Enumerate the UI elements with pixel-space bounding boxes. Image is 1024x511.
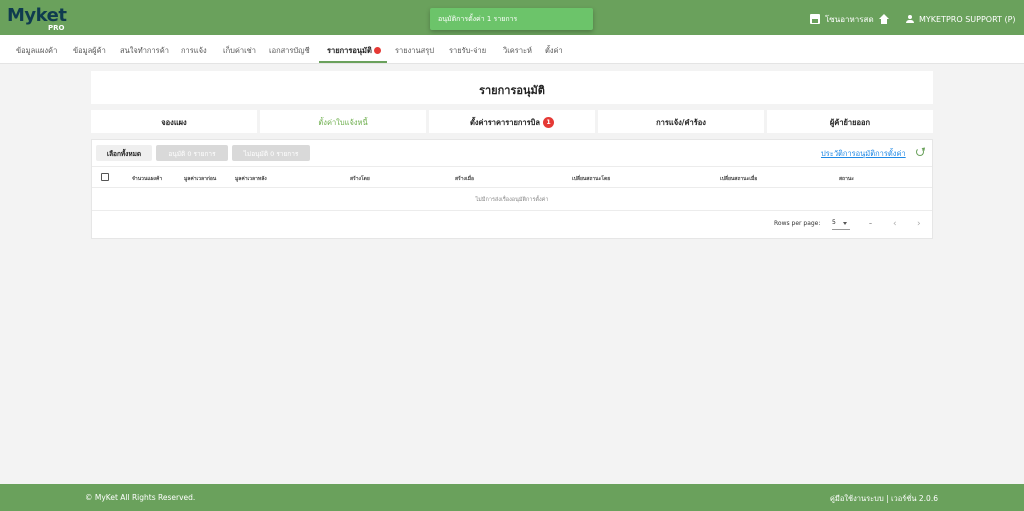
footer-manual-version[interactable]: คู่มือใช้งานระบบ | เวอร์ชั่น 2.0.6: [830, 493, 938, 505]
nav-item-rent[interactable]: เก็บค่าเช่า: [223, 45, 256, 57]
rows-per-page-label: Rows per page:: [774, 220, 821, 227]
tab-requests[interactable]: การแจ้ง/คำร้อง: [598, 110, 764, 133]
tab-vendor-moveout[interactable]: ผู้ค้าย้ายออก: [767, 110, 933, 133]
success-toast: อนุมัติการตั้งค่า 1 รายการ: [430, 8, 593, 30]
user-menu[interactable]: MYKETPRO SUPPORT (P): [906, 13, 1016, 25]
prev-page-icon[interactable]: ‹: [893, 219, 897, 229]
nav-item-income-expense[interactable]: รายรับ-จ่าย: [449, 45, 486, 57]
footer: © MyKet All Rights Reserved. คู่มือใช้งา…: [0, 484, 1024, 511]
nav-notification-badge: [373, 46, 381, 54]
chevron-down-icon: [843, 222, 847, 225]
select-all-button[interactable]: เลือกทั้งหมด: [96, 145, 152, 161]
home-icon: [879, 13, 889, 24]
store-icon: [810, 14, 820, 24]
next-page-icon[interactable]: ›: [917, 219, 921, 229]
col-created-by[interactable]: สร้างโดย: [350, 175, 370, 183]
col-created-at[interactable]: สร้างเมื่อ: [455, 175, 474, 183]
col-value-after[interactable]: มูลค่าเวลาหลัง: [235, 175, 267, 183]
nav-item-analytics[interactable]: วิเคราะห์: [503, 45, 532, 57]
col-status-changed-at[interactable]: เปลี่ยนสถานะเมื่อ: [720, 175, 757, 183]
col-value-before[interactable]: มูลค่าเวลาก่อน: [184, 175, 216, 183]
reject-button[interactable]: ไม่อนุมัติ 0 รายการ: [232, 145, 310, 161]
main-nav: ข้อมูลแผงค้า ข้อมูลผู้ค้า สนใจทำการค้า ก…: [0, 35, 1024, 64]
home-button[interactable]: [879, 13, 894, 25]
tab-count-badge: 1: [543, 116, 554, 128]
store-label: โซนอาหารสด: [825, 14, 874, 24]
page-title: รายการอนุมัติ: [479, 84, 545, 97]
user-icon: [906, 15, 914, 23]
nav-item-settings[interactable]: ตั้งค่า: [545, 45, 563, 57]
tab-requests-label: การแจ้ง/คำร้อง: [656, 118, 706, 127]
tab-bill-price-settings-label: ตั้งค่าราคารายการบิล: [469, 118, 540, 127]
nav-item-approvals[interactable]: รายการอนุมัติ: [327, 45, 381, 57]
table-header: จำนวนแผงค้า มูลค่าเวลาก่อน มูลค่าเวลาหลั…: [92, 166, 932, 188]
store-selector[interactable]: โซนอาหารสด: [810, 13, 874, 25]
toast-message: อนุมัติการตั้งค่า 1 รายการ: [438, 15, 518, 23]
nav-item-approvals-label: รายการอนุมัติ: [327, 46, 372, 55]
page-title-card: รายการอนุมัติ: [91, 71, 933, 104]
col-stall-count[interactable]: จำนวนแผงค้า: [132, 175, 162, 183]
nav-item-reports[interactable]: รายงานสรุป: [395, 45, 434, 57]
nav-active-indicator: [319, 61, 387, 63]
rows-per-page-value: 5: [832, 219, 836, 226]
tab-booking[interactable]: จองแผง: [91, 110, 257, 133]
pagination-range: –: [869, 220, 872, 227]
col-status-changed-by[interactable]: เปลี่ยนสถานะโดย: [572, 175, 610, 183]
approve-button[interactable]: อนุมัติ 0 รายการ: [156, 145, 228, 161]
select-all-checkbox[interactable]: [101, 173, 109, 181]
approval-table-card: เลือกทั้งหมด อนุมัติ 0 รายการ ไม่อนุมัติ…: [91, 139, 933, 239]
tab-bill-price-settings[interactable]: ตั้งค่าราคารายการบิล 1: [429, 110, 595, 133]
refresh-icon[interactable]: [916, 148, 924, 156]
brand-name: Myket: [7, 5, 67, 26]
nav-item-notices[interactable]: การแจ้ง: [181, 45, 207, 57]
brand-sub: PRO: [48, 24, 65, 32]
nav-item-vendors[interactable]: ข้อมูลผู้ค้า: [73, 45, 106, 57]
nav-item-interested[interactable]: สนใจทำการค้า: [120, 45, 169, 57]
empty-row: ไม่มีการส่งเรื่องอนุมัติการตั้งค่า: [92, 188, 932, 211]
nav-item-stalls[interactable]: ข้อมูลแผงค้า: [16, 45, 57, 57]
approval-history-link[interactable]: ประวัติการอนุมัติการตั้งค่า: [821, 148, 906, 160]
nav-item-accounting[interactable]: เอกสารบัญชี: [269, 45, 310, 57]
rows-per-page-select[interactable]: 5: [832, 219, 850, 230]
app-logo[interactable]: Myket PRO: [7, 5, 67, 33]
footer-copyright: © MyKet All Rights Reserved.: [85, 493, 196, 502]
empty-message: ไม่มีการส่งเรื่องอนุมัติการตั้งค่า: [475, 197, 549, 203]
top-bar: Myket PRO อนุมัติการตั้งค่า 1 รายการ โซน…: [0, 0, 1024, 35]
tab-invoice-settings-label: ตั้งค่าใบแจ้งหนี้: [318, 118, 368, 127]
tab-booking-label: จองแผง: [161, 118, 187, 127]
tab-invoice-settings[interactable]: ตั้งค่าใบแจ้งหนี้: [260, 110, 426, 133]
col-status[interactable]: สถานะ: [839, 175, 854, 183]
tab-vendor-moveout-label: ผู้ค้าย้ายออก: [829, 118, 871, 127]
user-label: MYKETPRO SUPPORT (P): [919, 14, 1016, 24]
